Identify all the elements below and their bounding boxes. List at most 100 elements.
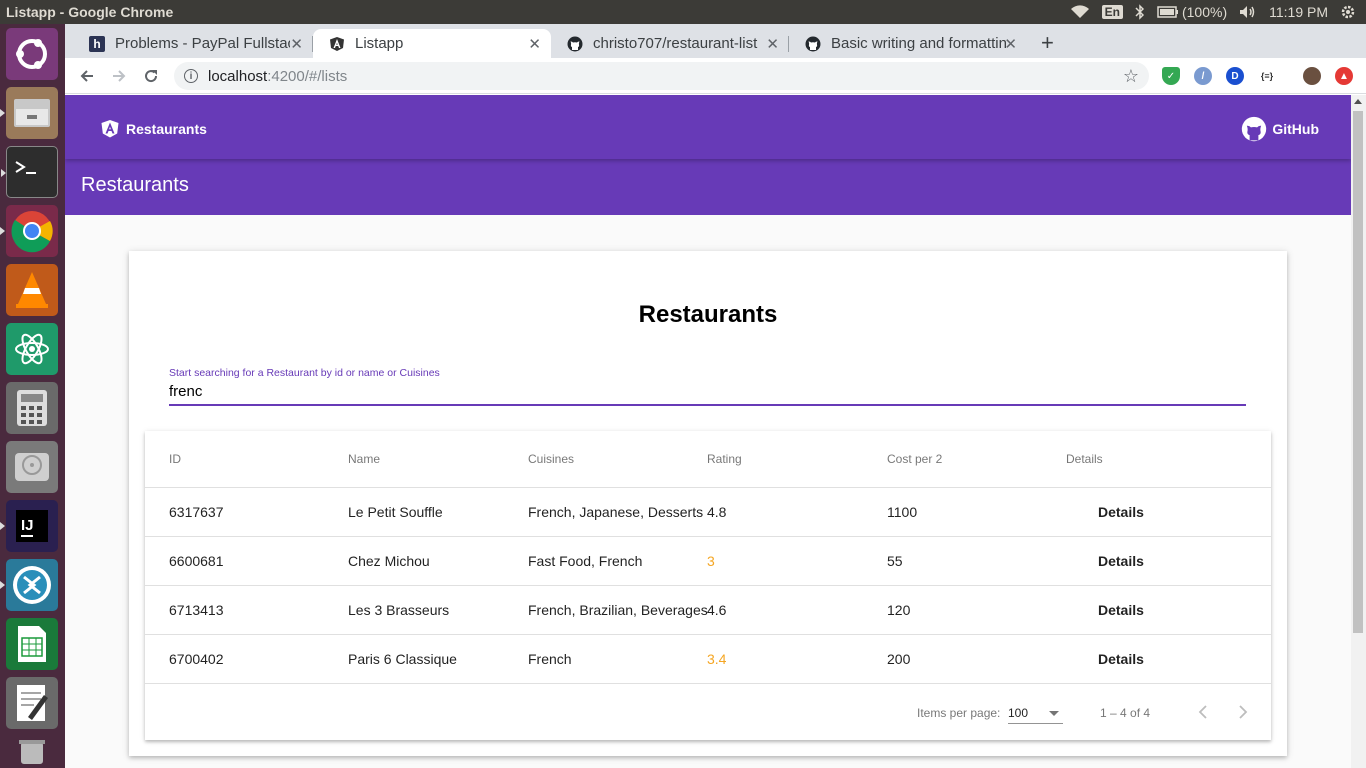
paginator: Items per page: 100 1 – 4 of 4 bbox=[145, 684, 1271, 740]
keyboard-layout-indicator[interactable]: En bbox=[1101, 5, 1123, 19]
ubuntu-dash-icon[interactable] bbox=[6, 28, 58, 80]
tab-label: christo707/restaurant-list bbox=[593, 35, 758, 52]
volume-icon[interactable] bbox=[1239, 5, 1257, 19]
remote-desktop-icon[interactable] bbox=[0, 559, 58, 611]
address-bar[interactable]: i localhost:4200/#/lists ☆ bbox=[174, 62, 1149, 90]
header-cost[interactable]: Cost per 2 bbox=[887, 431, 942, 487]
brand-link[interactable]: Restaurants bbox=[100, 119, 207, 139]
intellij-icon[interactable]: IJ bbox=[0, 500, 58, 552]
atom-icon[interactable] bbox=[6, 323, 58, 375]
url-path: :4200/#/lists bbox=[267, 67, 348, 85]
close-tab-icon[interactable]: ✕ bbox=[528, 35, 541, 53]
battery-indicator[interactable]: (100%) bbox=[1157, 4, 1227, 20]
vlc-icon[interactable] bbox=[6, 264, 58, 316]
close-tab-icon[interactable]: ✕ bbox=[1004, 35, 1017, 53]
tab-github-restaurant-list[interactable]: christo707/restaurant-list ✕ bbox=[551, 29, 789, 58]
browser-tab-strip: h Problems - PayPal Fullstack ✕ Listapp … bbox=[65, 24, 1366, 58]
d-extension-icon[interactable]: D bbox=[1226, 67, 1244, 85]
profile-avatar[interactable] bbox=[1303, 67, 1321, 85]
brand-label: Restaurants bbox=[126, 121, 207, 137]
tab-listapp[interactable]: Listapp ✕ bbox=[313, 29, 551, 58]
cell-id: 6713413 bbox=[169, 602, 224, 618]
close-tab-icon[interactable]: ✕ bbox=[766, 35, 779, 53]
search-label: Start searching for a Restaurant by id o… bbox=[169, 367, 440, 379]
table-row: 6600681 Chez Michou Fast Food, French 3 … bbox=[145, 537, 1271, 586]
github-link[interactable]: GitHub bbox=[1241, 116, 1319, 142]
chevron-left-icon bbox=[1198, 705, 1207, 719]
tab-github-basic-writing[interactable]: Basic writing and formatting ✕ bbox=[789, 29, 1027, 58]
details-button[interactable]: Details bbox=[1066, 543, 1144, 579]
system-gear-icon[interactable] bbox=[1340, 4, 1356, 20]
calculator-icon[interactable] bbox=[6, 382, 58, 434]
header-details: Details bbox=[1066, 452, 1103, 466]
github-favicon-icon bbox=[805, 36, 821, 52]
cell-name: Paris 6 Classique bbox=[348, 651, 457, 667]
next-page-button[interactable] bbox=[1231, 700, 1255, 724]
cell-cuisines: French, Brazilian, Beverages bbox=[528, 602, 708, 618]
wifi-icon[interactable] bbox=[1070, 5, 1090, 19]
bookmark-star-icon[interactable]: ☆ bbox=[1123, 66, 1139, 87]
header-rating[interactable]: Rating bbox=[707, 431, 742, 487]
clock[interactable]: 11:19 PM bbox=[1269, 4, 1328, 20]
new-tab-button[interactable]: + bbox=[1041, 30, 1054, 56]
text-editor-icon[interactable] bbox=[6, 677, 58, 729]
header-name[interactable]: Name bbox=[348, 431, 380, 487]
reload-button[interactable] bbox=[141, 66, 161, 86]
bluetooth-icon[interactable] bbox=[1135, 4, 1145, 20]
cell-name: Chez Michou bbox=[348, 553, 430, 569]
disk-icon[interactable] bbox=[6, 441, 58, 493]
scroll-up-arrow-icon[interactable] bbox=[1354, 99, 1362, 104]
page-scrollbar[interactable] bbox=[1351, 95, 1366, 768]
cell-cost: 55 bbox=[887, 553, 903, 569]
window-title: Listapp - Google Chrome bbox=[6, 4, 174, 20]
cell-cuisines: Fast Food, French bbox=[528, 553, 643, 569]
page-title: Restaurants bbox=[81, 174, 189, 196]
hackerearth-favicon-icon: h bbox=[89, 35, 105, 52]
header-id[interactable]: ID bbox=[169, 431, 181, 487]
table-header-row: ID Name Cuisines Rating Cost per 2 Detai… bbox=[145, 431, 1271, 488]
restaurants-table: ID Name Cuisines Rating Cost per 2 Detai… bbox=[145, 431, 1271, 740]
trash-icon[interactable] bbox=[6, 736, 58, 766]
site-info-icon[interactable]: i bbox=[184, 69, 198, 83]
tab-problems-paypal[interactable]: h Problems - PayPal Fullstack ✕ bbox=[73, 29, 313, 58]
browser-toolbar: i localhost:4200/#/lists ☆ ✓ / D {≡} ▲ bbox=[65, 58, 1366, 94]
previous-page-button[interactable] bbox=[1191, 700, 1215, 724]
items-per-page-select[interactable]: 100 bbox=[1008, 702, 1063, 724]
back-button[interactable] bbox=[77, 66, 97, 86]
items-per-page-value: 100 bbox=[1008, 706, 1029, 720]
cell-id: 6600681 bbox=[169, 553, 224, 569]
search-input[interactable] bbox=[169, 382, 1246, 406]
details-button[interactable]: Details bbox=[1066, 641, 1144, 677]
cell-rating: 4.6 bbox=[707, 602, 727, 618]
cell-id: 6700402 bbox=[169, 651, 224, 667]
card-title: Restaurants bbox=[638, 301, 778, 328]
cell-cuisines: French, Japanese, Desserts bbox=[528, 504, 704, 520]
close-tab-icon[interactable]: ✕ bbox=[290, 35, 303, 53]
forward-button[interactable] bbox=[109, 66, 129, 86]
terminal-icon[interactable] bbox=[1, 146, 58, 198]
dropdown-arrow-icon bbox=[1049, 711, 1059, 716]
cell-cost: 200 bbox=[887, 651, 911, 667]
github-icon bbox=[1242, 116, 1267, 142]
cell-rating: 4.8 bbox=[707, 504, 727, 520]
file-manager-icon[interactable] bbox=[0, 87, 58, 139]
app-toolbar: Restaurants GitHub bbox=[65, 95, 1351, 159]
chevron-right-icon bbox=[1239, 705, 1248, 719]
details-button[interactable]: Details bbox=[1066, 494, 1144, 530]
shield-extension-icon[interactable]: ✓ bbox=[1162, 67, 1180, 85]
spreadsheet-icon[interactable] bbox=[6, 618, 58, 670]
cell-name: Le Petit Souffle bbox=[348, 504, 443, 520]
header-cuisines[interactable]: Cuisines bbox=[528, 431, 574, 487]
scrollbar-thumb[interactable] bbox=[1353, 111, 1363, 633]
app-launcher: IJ bbox=[0, 24, 65, 768]
page-viewport: Restaurants GitHub Restaurants Restauran… bbox=[65, 95, 1351, 768]
details-button[interactable]: Details bbox=[1066, 592, 1144, 628]
tab-label: Problems - PayPal Fullstack bbox=[115, 35, 290, 52]
upload-extension-icon[interactable]: ▲ bbox=[1335, 67, 1353, 85]
svg-text:IJ: IJ bbox=[21, 517, 34, 534]
cell-cuisines: French bbox=[528, 651, 572, 667]
chrome-icon[interactable] bbox=[0, 205, 58, 257]
extension-icon[interactable]: / bbox=[1194, 67, 1212, 85]
page-range-label: 1 – 4 of 4 bbox=[1100, 706, 1151, 720]
json-extension-icon[interactable]: {≡} bbox=[1258, 67, 1276, 85]
